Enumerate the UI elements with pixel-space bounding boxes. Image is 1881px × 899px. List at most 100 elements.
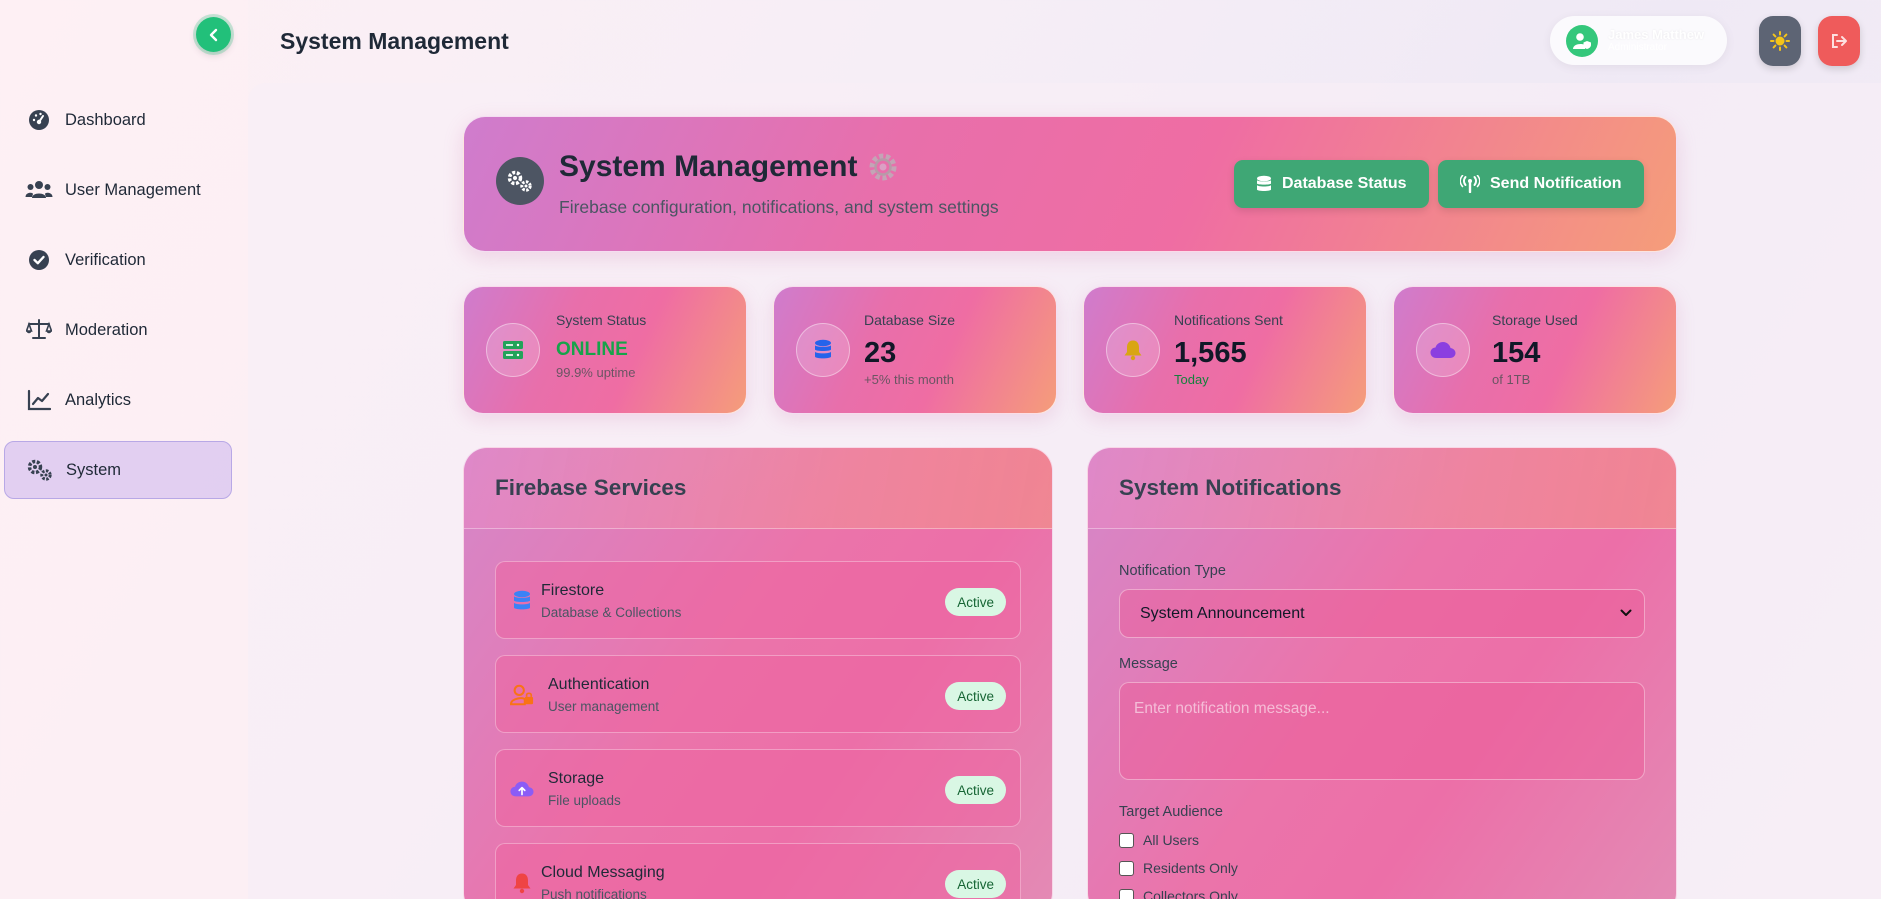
stat-value: ONLINE bbox=[556, 339, 628, 360]
service-name: Authentication bbox=[548, 676, 650, 693]
service-desc: File uploads bbox=[548, 793, 621, 808]
user-profile-chip[interactable]: James Matthew Administrator bbox=[1550, 16, 1727, 65]
user-role: Administrator bbox=[1608, 42, 1667, 54]
stat-note: +5% this month bbox=[864, 372, 954, 387]
sidebar-item-label: Analytics bbox=[65, 390, 132, 409]
broadcast-tower-icon bbox=[1460, 175, 1480, 193]
checkbox[interactable] bbox=[1119, 860, 1134, 876]
service-item-cloud-messaging[interactable]: Cloud Messaging Push notifications Activ… bbox=[495, 843, 1021, 899]
bell-icon bbox=[1106, 323, 1160, 377]
service-item-firestore[interactable]: Firestore Database & Collections Active bbox=[495, 561, 1021, 639]
database-icon bbox=[796, 323, 850, 377]
chevron-left-icon bbox=[209, 28, 217, 41]
checkbox[interactable] bbox=[1119, 832, 1134, 848]
cogs-icon bbox=[496, 157, 544, 205]
stat-note: 99.9% uptime bbox=[556, 365, 636, 380]
sidebar-item-moderation[interactable]: Moderation bbox=[4, 301, 232, 359]
stat-card-storage-used: Storage Used 154 of 1TB bbox=[1393, 286, 1677, 414]
stat-value: 23 bbox=[864, 337, 897, 369]
stat-label: System Status bbox=[556, 312, 647, 328]
service-item-storage[interactable]: Storage File uploads Active bbox=[495, 749, 1021, 827]
sign-out-icon bbox=[1832, 34, 1847, 48]
audience-option-collectors[interactable]: Collectors Only bbox=[1119, 888, 1238, 899]
status-badge: Active bbox=[945, 682, 1006, 710]
audience-option-all-users[interactable]: All Users bbox=[1119, 832, 1199, 848]
sidebar-item-label: Verification bbox=[65, 250, 146, 269]
sidebar-collapse-button[interactable] bbox=[196, 17, 231, 52]
chart-line-icon bbox=[25, 388, 53, 412]
cloud-icon bbox=[1416, 323, 1470, 377]
user-shield-icon bbox=[1566, 24, 1598, 57]
bell-icon bbox=[510, 871, 534, 895]
scale-icon bbox=[25, 318, 53, 342]
sidebar: Dashboard User Management Verification M… bbox=[0, 0, 248, 899]
stat-label: Notifications Sent bbox=[1174, 312, 1283, 328]
audience-option-label: All Users bbox=[1143, 832, 1200, 848]
firebase-services-panel: Firebase Services Firestore Database & C… bbox=[463, 447, 1053, 899]
theme-toggle-button[interactable] bbox=[1759, 16, 1801, 66]
audience-option-label: Collectors Only bbox=[1143, 888, 1238, 899]
check-circle-icon bbox=[25, 248, 53, 272]
sidebar-item-label: Dashboard bbox=[65, 110, 146, 129]
panel-title: Firebase Services bbox=[495, 475, 687, 500]
database-icon bbox=[510, 589, 534, 613]
checkbox[interactable] bbox=[1119, 888, 1134, 899]
system-notifications-panel: System Notifications Notification Type S… bbox=[1087, 447, 1677, 899]
sun-icon bbox=[1770, 31, 1790, 51]
chevron-down-icon bbox=[1620, 609, 1632, 616]
service-desc: User management bbox=[548, 699, 660, 714]
sidebar-item-label: User Management bbox=[65, 180, 201, 199]
server-icon bbox=[486, 323, 540, 377]
service-item-authentication[interactable]: Authentication User management Active bbox=[495, 655, 1021, 733]
service-desc: Push notifications bbox=[541, 887, 647, 899]
service-name: Cloud Messaging bbox=[541, 864, 665, 881]
gauge-icon bbox=[25, 108, 53, 132]
message-textarea[interactable]: Enter notification message... bbox=[1119, 682, 1645, 780]
stat-card-database-size: Database Size 23 +5% this month bbox=[773, 286, 1057, 414]
stat-value: 1,565 bbox=[1174, 337, 1247, 369]
target-audience-label: Target Audience bbox=[1119, 804, 1223, 820]
stat-note: of 1TB bbox=[1492, 372, 1531, 387]
status-badge: Active bbox=[945, 776, 1006, 804]
status-badge: Active bbox=[945, 870, 1006, 898]
sidebar-item-system[interactable]: System bbox=[4, 441, 232, 499]
logout-button[interactable] bbox=[1818, 16, 1860, 66]
audience-option-label: Residents Only bbox=[1143, 860, 1238, 876]
gear-icon bbox=[869, 153, 897, 181]
database-status-label: Database Status bbox=[1282, 175, 1407, 192]
page-title: System Management bbox=[280, 28, 509, 54]
system-header-card: System Management Firebase configuration… bbox=[463, 116, 1677, 252]
send-notification-label: Send Notification bbox=[1490, 175, 1622, 192]
sidebar-nav: Dashboard User Management Verification M… bbox=[4, 91, 232, 511]
sidebar-item-verification[interactable]: Verification bbox=[4, 231, 232, 289]
users-icon bbox=[25, 178, 53, 202]
audience-option-residents[interactable]: Residents Only bbox=[1119, 860, 1238, 876]
database-icon bbox=[1256, 175, 1272, 193]
notification-type-label: Notification Type bbox=[1119, 563, 1226, 579]
service-name: Firestore bbox=[541, 582, 605, 599]
sidebar-item-dashboard[interactable]: Dashboard bbox=[4, 91, 232, 149]
service-name: Storage bbox=[548, 770, 605, 787]
status-badge: Active bbox=[945, 588, 1006, 616]
stat-label: Storage Used bbox=[1492, 312, 1578, 328]
stat-value: 154 bbox=[1492, 337, 1541, 369]
cloud-upload-icon bbox=[510, 777, 534, 801]
stat-card-notifications-sent: Notifications Sent 1,565 Today bbox=[1083, 286, 1367, 414]
cogs-icon bbox=[26, 458, 54, 482]
header-title: System Management bbox=[559, 150, 858, 183]
stat-note: Today bbox=[1174, 372, 1209, 387]
user-name: James Matthew bbox=[1608, 26, 1705, 42]
sidebar-item-analytics[interactable]: Analytics bbox=[4, 371, 232, 429]
stat-label: Database Size bbox=[864, 312, 956, 328]
header-subtitle: Firebase configuration, notifications, a… bbox=[559, 197, 999, 217]
database-status-button[interactable]: Database Status bbox=[1234, 160, 1429, 208]
notification-type-value: System Announcement bbox=[1140, 604, 1305, 622]
sidebar-item-user-management[interactable]: User Management bbox=[4, 161, 232, 219]
notification-type-select[interactable]: System Announcement bbox=[1119, 589, 1645, 638]
message-placeholder: Enter notification message... bbox=[1134, 700, 1330, 717]
sidebar-item-label: System bbox=[66, 460, 122, 479]
sidebar-item-label: Moderation bbox=[65, 320, 148, 339]
panel-title: System Notifications bbox=[1119, 475, 1342, 500]
stat-card-system-status: System Status ONLINE 99.9% uptime bbox=[463, 286, 747, 414]
send-notification-button[interactable]: Send Notification bbox=[1438, 160, 1644, 208]
